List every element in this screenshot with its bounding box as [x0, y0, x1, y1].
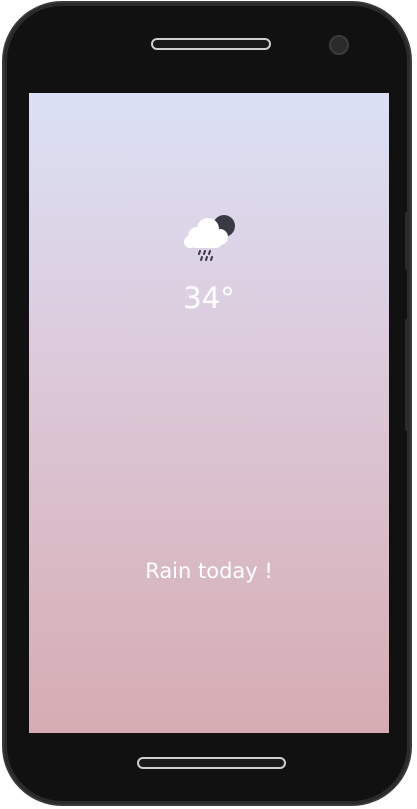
- power-button: [405, 319, 410, 431]
- temperature-value: 34°: [183, 281, 235, 315]
- front-camera: [329, 35, 349, 55]
- volume-button: [405, 212, 410, 270]
- earpiece-speaker: [151, 38, 271, 50]
- bottom-speaker: [137, 757, 286, 769]
- app-screen: 34° Rain today !: [29, 93, 389, 733]
- cloud-rain-moon-icon: [179, 209, 239, 265]
- weather-message: Rain today !: [145, 559, 273, 583]
